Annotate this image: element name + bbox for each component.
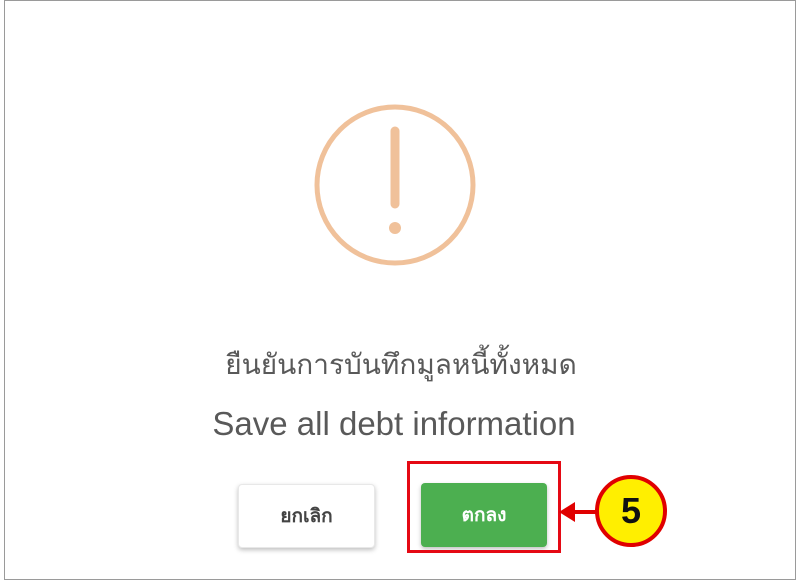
dialog-title-english: Save all debt information [212,405,576,442]
step-number-badge: 5 [595,475,667,547]
cancel-button[interactable]: ยกเลิก [238,484,375,548]
confirm-dialog [4,0,796,580]
highlight-box [407,461,561,553]
warning-exclamation-icon [314,104,476,266]
dialog-title-thai: ยืนยันการบันทึกมูลหนี้ทั้งหมด [225,348,577,381]
